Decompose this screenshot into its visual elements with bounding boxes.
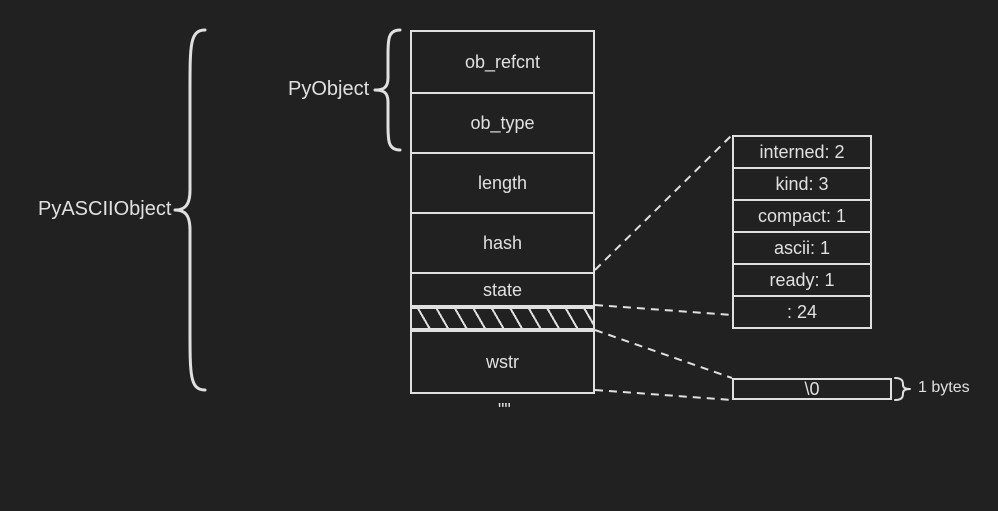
dash-state-top: [595, 135, 732, 270]
buffer-content: \0: [804, 379, 819, 400]
field-state: state: [412, 272, 593, 307]
wstr-box: wstr: [410, 330, 595, 394]
buffer-size-label: 1 bytes: [918, 379, 970, 397]
struct-padding: [410, 305, 595, 330]
main-struct: ob_refcnt ob_type length hash state: [410, 30, 595, 309]
field-wstr: wstr: [412, 332, 593, 392]
state-bits-table: interned: 2 kind: 3 compact: 1 ascii: 1 …: [732, 135, 872, 329]
field-hash: hash: [412, 212, 593, 272]
wstr-buffer: \0: [732, 378, 892, 400]
bits-row-kind: kind: 3: [734, 167, 870, 199]
bits-row-interned: interned: 2: [734, 137, 870, 167]
bits-row-ready: ready: 1: [734, 263, 870, 295]
bits-row-ascii: ascii: 1: [734, 231, 870, 263]
field-length: length: [412, 152, 593, 212]
dash-wstr-bottom: [595, 390, 732, 400]
dash-wstr-top: [595, 330, 732, 378]
brace-inner: [375, 30, 400, 150]
field-ob_type: ob_type: [412, 92, 593, 152]
brace-outer: [175, 30, 205, 390]
footer-caption: "": [498, 400, 511, 421]
inner-struct-label: PyObject: [288, 78, 369, 101]
brace-buffer: [895, 378, 910, 400]
outer-struct-label: PyASCIIObject: [38, 198, 171, 221]
field-ob_refcnt: ob_refcnt: [412, 32, 593, 92]
diagram-canvas: PyASCIIObject PyObject ob_refcnt ob_type…: [0, 0, 998, 511]
bits-row-compact: compact: 1: [734, 199, 870, 231]
bits-row-pad: : 24: [734, 295, 870, 327]
dash-state-bottom: [595, 305, 732, 315]
